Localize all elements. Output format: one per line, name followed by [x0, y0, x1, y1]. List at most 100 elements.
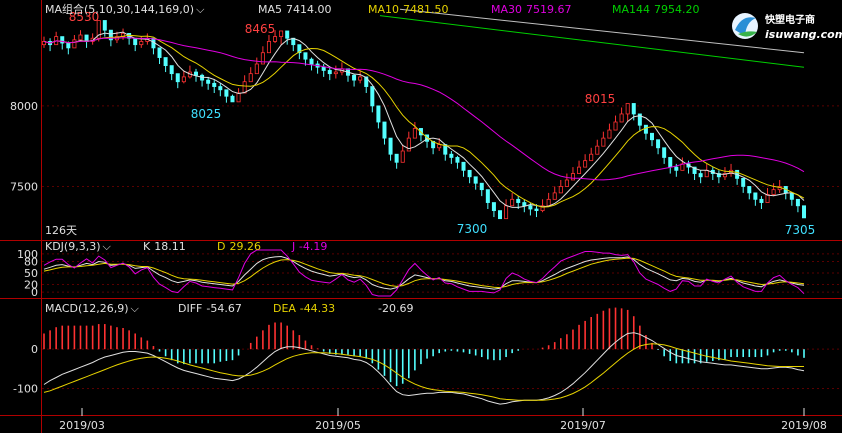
candlesticks[interactable]	[42, 20, 807, 220]
kdj-y-tick-label: 0	[31, 286, 38, 299]
candle-body	[485, 189, 490, 203]
brand-name-cn: 快塑电子商	[764, 13, 815, 26]
candle-body	[747, 186, 752, 194]
candle-body	[802, 205, 807, 219]
macd-legend-item: -20.69	[378, 302, 413, 315]
candle-body	[236, 92, 241, 103]
price-y-tick-label: 7500	[10, 180, 38, 193]
candle-body	[577, 166, 582, 174]
price-legend-value: 7954.20	[654, 3, 700, 16]
kdj-legend-value: 18.11	[154, 240, 186, 253]
candle-body	[564, 179, 569, 187]
candle-body	[376, 105, 381, 123]
candle-body	[309, 58, 314, 65]
candle-body	[133, 37, 138, 46]
candle-body	[467, 169, 472, 178]
macd-legend-label: MACD(12,26,9)	[45, 302, 129, 315]
brand-name-en: isuwang	[765, 28, 817, 41]
candle-body	[662, 147, 667, 158]
price-legend-value: 7519.67	[526, 3, 572, 16]
candle-body	[631, 103, 636, 115]
candle-body	[388, 137, 393, 155]
candle-body	[266, 41, 271, 54]
macd-legend-value: -20.69	[378, 302, 413, 315]
kdj-legend-label: D	[217, 240, 225, 253]
candle-body	[218, 86, 223, 91]
candle-body	[193, 71, 198, 76]
candle-body	[461, 161, 466, 171]
candle-body	[741, 177, 746, 187]
chevron-down-icon: ⌵	[103, 240, 112, 253]
price-annotation-label: 7300	[457, 222, 488, 236]
macd-y-tick-label: -100	[13, 382, 38, 395]
price-legend-item: MA5 7414.00	[258, 3, 332, 16]
price-legend-item: MA30 7519.67	[491, 3, 572, 16]
kdj-legend-label: J	[291, 240, 295, 253]
candle-body	[522, 202, 527, 207]
candle-body	[72, 39, 77, 49]
macd-y-tick-label: 0	[31, 343, 38, 356]
ma10-line	[43, 34, 805, 208]
candle-body	[102, 20, 107, 31]
macd-legend-value: -54.67	[206, 302, 241, 315]
candle-body	[230, 95, 235, 103]
candle-body	[504, 205, 509, 220]
macd-legend-label: DIFF	[178, 302, 202, 315]
candle-body	[352, 74, 357, 81]
candle-body	[248, 73, 253, 83]
candle-body	[242, 81, 247, 94]
x-tick-label: 2019/03	[59, 419, 105, 432]
macd-legend-value: -44.33	[300, 302, 335, 315]
x-tick-label: 2019/07	[560, 419, 606, 432]
moving-average-lines	[43, 8, 805, 208]
price-annotation-label: 8025	[191, 107, 222, 121]
candle-body	[212, 82, 217, 87]
price-legend: MA组合(5,10,30,144,169,0) ⌵ MA5 7414.00 MA10 74…	[45, 2, 700, 16]
macd-legend-item: MACD(12,26,9) ⌵	[45, 302, 140, 315]
price-legend-label: MA144	[612, 3, 650, 16]
price-legend-item: MA10 7481.50	[368, 3, 449, 16]
macd-legend-item: DEA -44.33	[273, 302, 335, 315]
candle-body	[753, 192, 758, 200]
price-annotation-label: 8015	[585, 92, 616, 106]
candle-body	[674, 166, 679, 171]
panel-borders	[0, 0, 842, 433]
candle-body	[157, 47, 162, 58]
candle-body	[589, 153, 594, 162]
x-tick-label: 2019/05	[315, 419, 361, 432]
candle-body	[613, 121, 618, 131]
price-annotations: 85308465802580157300 7305	[69, 10, 816, 237]
candle-body	[285, 30, 290, 39]
price-annotation-label: 8465	[245, 22, 276, 36]
ma5-line	[43, 31, 805, 208]
candle-body	[491, 202, 496, 212]
candle-body	[254, 63, 259, 75]
candle-body	[516, 198, 521, 203]
candle-body	[84, 34, 89, 42]
candle-body	[66, 42, 71, 49]
chevron-down-icon: ⌵	[131, 302, 140, 315]
futures-chart[interactable]: 8000750010080502000-100 2019/03 2019/05 20…	[0, 0, 842, 433]
price-y-tick-label: 8000	[10, 100, 38, 113]
y-axis-ticks: 8000750010080502000-100	[10, 100, 38, 396]
candle-body	[795, 198, 800, 207]
candle-body	[570, 173, 575, 181]
candle-body	[358, 76, 363, 81]
kdj-legend-value: -4.19	[299, 240, 327, 253]
x-tick-label: 2019/08	[781, 419, 827, 432]
candle-body	[698, 173, 703, 178]
kdj-legend-value: 29.26	[229, 240, 261, 253]
candle-body	[656, 139, 661, 149]
candle-body	[394, 153, 399, 163]
candle-body	[321, 66, 326, 71]
price-annotation-label: 7305	[785, 223, 816, 237]
candle-body	[552, 192, 557, 200]
candle-body	[479, 182, 484, 191]
kdj-legend-label: K	[143, 240, 151, 253]
price-legend-item: MA144 7954.20	[612, 3, 700, 16]
x-axis-ticks: 2019/03 2019/05 2019/07 2019/08	[59, 408, 827, 432]
price-legend-value: 7414.00	[286, 3, 332, 16]
candle-body	[546, 198, 551, 207]
macd-legend-label: DEA	[273, 302, 296, 315]
candle-body	[175, 73, 180, 83]
